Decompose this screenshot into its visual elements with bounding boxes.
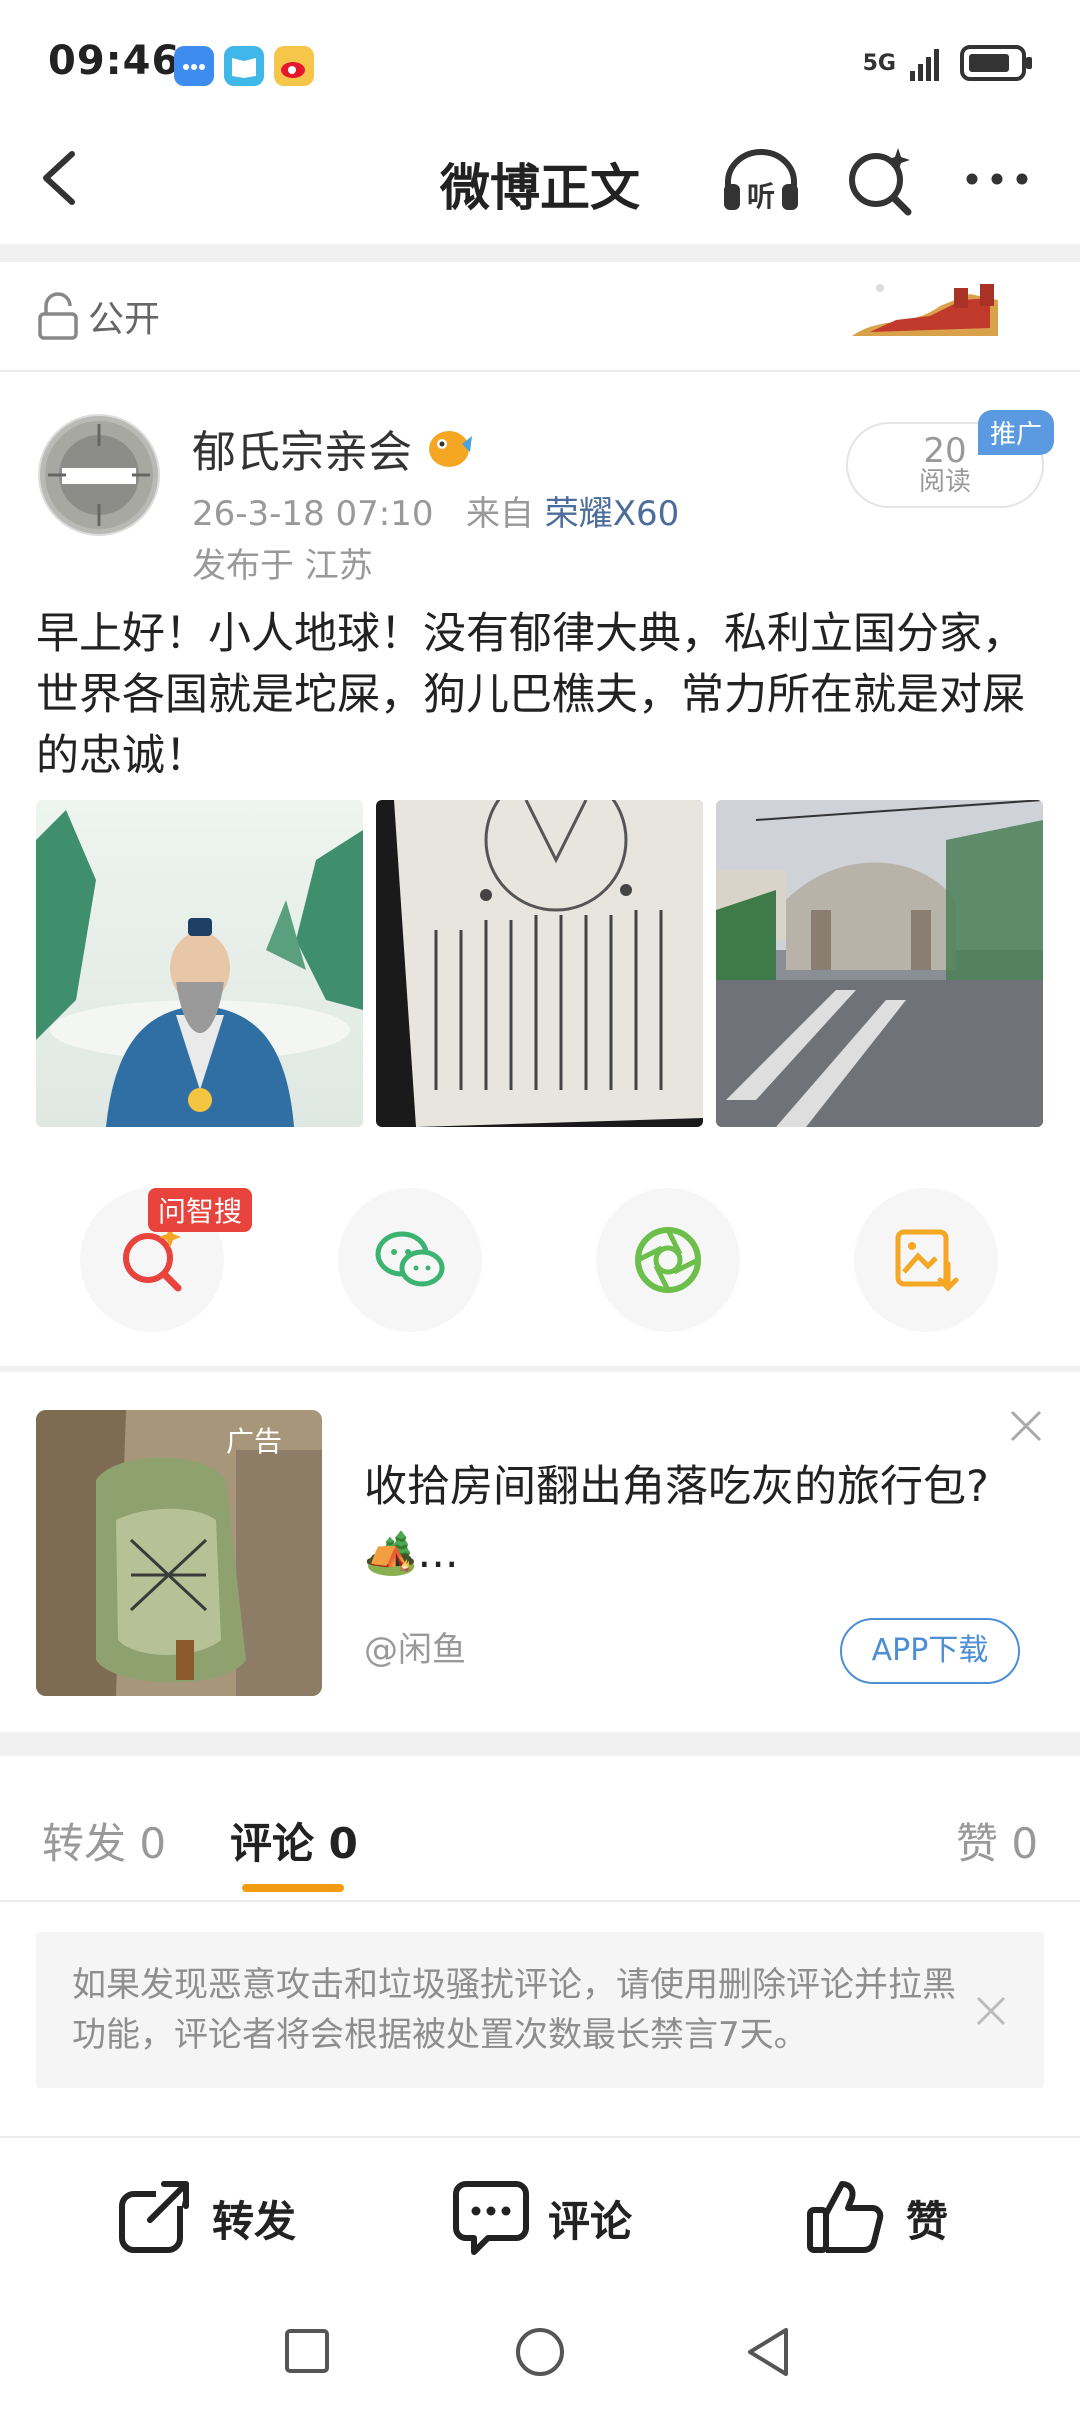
headphones-icon: 听 <box>724 149 798 213</box>
ad-close-button[interactable] <box>1008 1408 1044 1444</box>
network-label: 5G <box>862 50 896 76</box>
search-button[interactable] <box>846 146 916 216</box>
wechat-icon <box>375 1231 445 1287</box>
read-label: 阅读 <box>918 467 971 497</box>
fan-badge-icon <box>424 422 474 472</box>
active-tab-indicator <box>242 1884 344 1892</box>
app-download-button[interactable]: APP下载 <box>840 1618 1020 1684</box>
system-back-button[interactable] <box>744 2326 792 2378</box>
comment-notice-text: 如果发现恶意攻击和垃圾骚扰评论，请使用删除评论并拉黑功能，评论者将会根据被处置次… <box>72 1965 956 2055</box>
moments-share-button[interactable] <box>596 1188 740 1332</box>
wechat-share-button[interactable] <box>338 1188 482 1332</box>
post-image-2[interactable] <box>376 800 703 1127</box>
square-icon <box>285 2329 329 2373</box>
section-divider <box>0 370 1080 372</box>
visibility-row[interactable]: 公开 <box>36 290 160 342</box>
post-location: 发布于 江苏 <box>192 546 373 586</box>
post-time: 26-3-18 07:10 <box>192 494 434 534</box>
svg-text:听: 听 <box>747 180 775 213</box>
notice-close-button[interactable] <box>974 1994 1008 2028</box>
status-indicators: 5G <box>863 44 1034 82</box>
tab-comment[interactable]: 评论 0 <box>230 1810 358 1871</box>
tabs-divider-bottom <box>0 1900 1080 1902</box>
tabs-divider-top <box>0 1732 1080 1756</box>
ad-title[interactable]: 收拾房间翻出角落吃灰的旅行包?🏕️... <box>364 1454 1044 1586</box>
unlock-icon <box>38 292 78 340</box>
reader-app-icon <box>224 46 264 86</box>
like-label: 赞 <box>906 2197 949 2246</box>
visibility-label: 公开 <box>88 299 161 340</box>
ad-tag: 广告 <box>226 1425 283 1458</box>
post-image-1[interactable] <box>36 800 363 1127</box>
tab-like[interactable]: 赞 0 <box>956 1810 1038 1871</box>
bottom-bar-divider <box>0 2136 1080 2138</box>
comment-button[interactable]: 评论 <box>452 2176 652 2256</box>
ad-divider-top <box>0 1366 1080 1372</box>
tab-repost[interactable]: 转发 0 <box>42 1810 166 1871</box>
post-image-3[interactable] <box>716 800 1043 1127</box>
close-icon <box>1010 1410 1042 1442</box>
ai-search-icon <box>123 1226 182 1292</box>
ad-source: @闲鱼 <box>364 1630 466 1670</box>
battery-icon <box>960 45 1032 81</box>
system-recents-button[interactable] <box>284 2328 330 2374</box>
listen-button[interactable]: 听 <box>718 144 804 216</box>
author-name[interactable]: 郁氏宗亲会 <box>192 416 412 480</box>
repost-button[interactable]: 转发 <box>116 2176 316 2256</box>
comment-label: 评论 <box>548 2197 633 2246</box>
like-button[interactable]: 赞 <box>806 2176 966 2256</box>
repost-label: 转发 <box>212 2197 297 2246</box>
share-icon <box>119 2181 189 2253</box>
close-icon <box>976 1996 1006 2026</box>
page-title: 微博正文 <box>440 159 640 217</box>
nav-divider <box>0 244 1080 262</box>
more-button[interactable] <box>962 164 1032 194</box>
image-download-icon <box>895 1229 959 1292</box>
circle-icon <box>516 2328 564 2376</box>
status-time: 09:46 <box>48 38 181 84</box>
moments-aperture-icon <box>635 1227 701 1293</box>
more-dots-icon <box>966 173 1028 185</box>
post-meta: 26-3-18 07:10 来自 荣耀X60 <box>192 486 679 535</box>
search-sparkle-icon <box>849 148 912 216</box>
post-text: 早上好！小人地球！没有郁律大典，私利立国分家，世界各国就是坨屎，狗儿巴樵夫，常力… <box>36 609 1025 781</box>
great-wall-decoration <box>850 276 1000 342</box>
message-app-icon <box>174 46 214 86</box>
signal-icon <box>910 49 939 81</box>
thumbs-up-icon <box>807 2181 884 2253</box>
comment-icon <box>453 2181 529 2255</box>
save-image-button[interactable] <box>854 1188 998 1332</box>
promo-badge: 推广 <box>978 410 1055 455</box>
source-prefix: 来自 <box>465 494 534 534</box>
ai-search-tag: 问智搜 <box>148 1188 253 1232</box>
weibo-app-icon <box>274 46 314 86</box>
system-home-button[interactable] <box>514 2326 566 2378</box>
avatar[interactable] <box>38 414 160 536</box>
triangle-back-icon <box>748 2328 788 2376</box>
post-source[interactable]: 荣耀X60 <box>545 494 680 534</box>
